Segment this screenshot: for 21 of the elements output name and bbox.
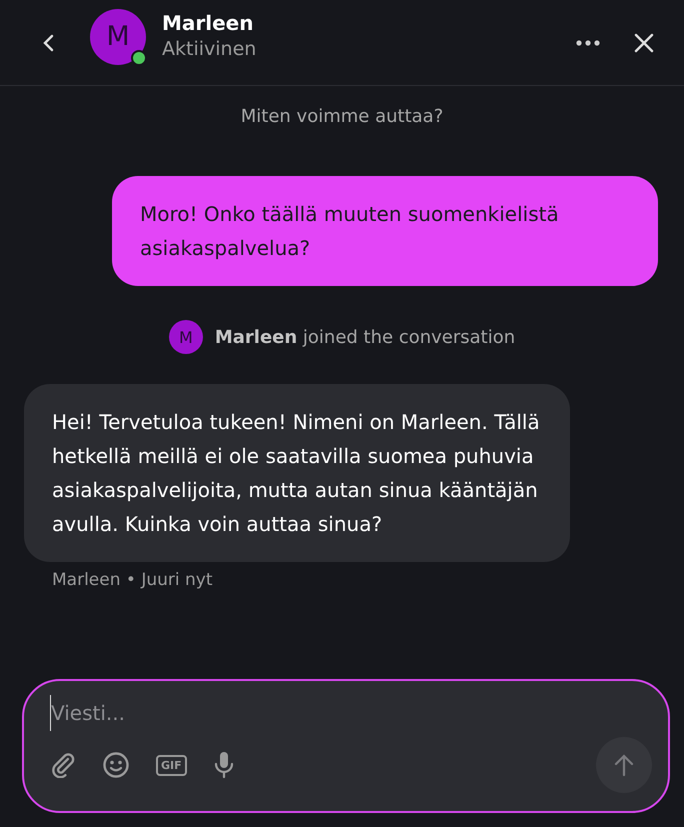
gif-button[interactable]: GIF bbox=[156, 754, 187, 776]
message-meta: Marleen • Juuri nyt bbox=[52, 570, 214, 590]
microphone-icon bbox=[212, 751, 235, 779]
close-icon bbox=[634, 32, 654, 52]
small-avatar: M bbox=[168, 320, 203, 354]
agent-status: Aktiivinen bbox=[162, 36, 256, 62]
agent-message: Hei! Tervetuloa tukeen! Nimeni on Marleen. Tällä hetkellä meillä ei ole saatavilla suomea puhuvia asiakaspalvelijoita, mutta autan sinua kääntäjän avulla. Kuinka voin auttaa sinua? bbox=[24, 384, 570, 562]
voice-button[interactable] bbox=[212, 751, 235, 779]
attach-button[interactable] bbox=[50, 752, 76, 778]
intro-text: Miten voimme auttaa? bbox=[240, 105, 444, 129]
emoji-button[interactable] bbox=[102, 751, 130, 779]
agent-name: Marleen bbox=[162, 10, 254, 36]
user-message: Moro! Onko täällä muuten suomenkielistä asiakaspalvelua? bbox=[112, 176, 658, 286]
more-icon bbox=[576, 40, 600, 46]
back-icon bbox=[42, 32, 56, 52]
smiley-icon bbox=[102, 751, 130, 779]
up-arrow-icon bbox=[613, 753, 635, 777]
avatar-letter: M bbox=[106, 21, 130, 52]
paperclip-icon bbox=[50, 752, 76, 778]
system-message: Marleen joined the conversation bbox=[214, 326, 516, 348]
message-input[interactable]: Viesti... bbox=[50, 695, 652, 731]
